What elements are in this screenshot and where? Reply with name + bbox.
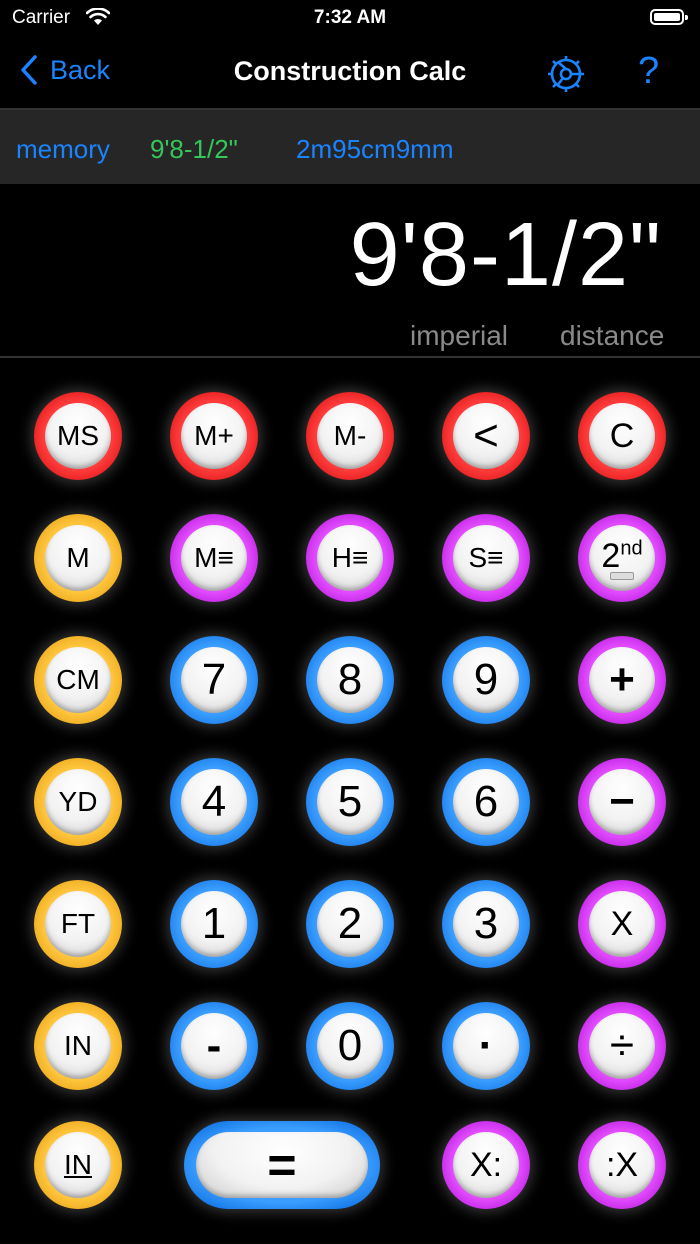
centimeter-button[interactable]: CM — [34, 636, 122, 724]
key-label: M≡ — [181, 525, 247, 591]
key-label: YD — [45, 769, 111, 835]
key-label: − — [589, 769, 655, 835]
divide-button[interactable]: ÷ — [578, 1002, 666, 1090]
key-label: 0 — [317, 1013, 383, 1079]
memory-metric-value: 2m95cm9mm — [296, 134, 454, 164]
memory-minus-button[interactable]: M- — [306, 392, 394, 480]
key-label: C — [589, 403, 655, 469]
digit-2-button[interactable]: 2 — [306, 880, 394, 968]
memory-list-button[interactable]: M≡ — [170, 514, 258, 602]
gear-icon[interactable] — [544, 52, 588, 101]
page-title: Construction Calc — [233, 56, 467, 86]
x-colon-button[interactable]: X: — [442, 1121, 530, 1209]
key-label: 2nd — [601, 537, 642, 576]
second-label-group: 2nd — [601, 537, 643, 580]
key-label: 3 — [453, 891, 519, 957]
multiply-button[interactable]: X — [578, 880, 666, 968]
digit-0-button[interactable]: 0 — [306, 1002, 394, 1090]
navigation-bar: Back Construction Calc ? — [0, 36, 700, 106]
key-label: 5 — [317, 769, 383, 835]
second-function-button[interactable]: 2nd — [578, 514, 666, 602]
digit-9-button[interactable]: 9 — [442, 636, 530, 724]
status-bar: Carrier 7:32 AM — [0, 0, 700, 36]
key-label: IN — [45, 1013, 111, 1079]
yard-button[interactable]: YD — [34, 758, 122, 846]
key-label: ÷ — [589, 1013, 655, 1079]
digit-4-button[interactable]: 4 — [170, 758, 258, 846]
key-label: H≡ — [317, 525, 383, 591]
decimal-point-button[interactable]: · — [442, 1002, 530, 1090]
memory-label[interactable]: memory — [16, 134, 110, 165]
backspace-button[interactable]: < — [442, 392, 530, 480]
key-label: 2 — [317, 891, 383, 957]
calculator-display: 9'8-1/2" imperial distance — [0, 184, 700, 358]
second-superscript: nd — [620, 537, 643, 560]
key-label: 9 — [453, 647, 519, 713]
key-label: IN — [45, 1132, 111, 1198]
key-label: 8 — [317, 647, 383, 713]
key-label: MS — [45, 403, 111, 469]
key-label: < — [453, 403, 519, 469]
key-label: - — [181, 1013, 247, 1079]
feet-button[interactable]: FT — [34, 880, 122, 968]
minus-button[interactable]: − — [578, 758, 666, 846]
inch-button[interactable]: IN — [34, 1002, 122, 1090]
key-label: M — [45, 525, 111, 591]
saved-list-button[interactable]: S≡ — [442, 514, 530, 602]
digit-1-button[interactable]: 1 — [170, 880, 258, 968]
key-label: + — [589, 647, 655, 713]
key-label: 6 — [453, 769, 519, 835]
key-label: FT — [45, 891, 111, 957]
digit-8-button[interactable]: 8 — [306, 636, 394, 724]
digit-7-button[interactable]: 7 — [170, 636, 258, 724]
status-time: 7:32 AM — [313, 7, 387, 28]
memory-strip: memory 9'8-1/2" 2m95cm9mm — [0, 108, 700, 184]
memory-imperial-value: 9'8-1/2" — [150, 134, 238, 164]
keypad: MS M+ M- < C M M≡ H≡ S≡ 2nd CM 7 8 9 + Y… — [0, 358, 700, 1244]
key-label: 4 — [181, 769, 247, 835]
memory-store-button[interactable]: MS — [34, 392, 122, 480]
toggle-indicator — [609, 571, 634, 580]
mode-label[interactable]: distance — [560, 320, 664, 352]
digit-3-button[interactable]: 3 — [442, 880, 530, 968]
clear-button[interactable]: C — [578, 392, 666, 480]
digit-6-button[interactable]: 6 — [442, 758, 530, 846]
inch-fraction-button[interactable]: IN — [34, 1121, 122, 1209]
memory-plus-button[interactable]: M+ — [170, 392, 258, 480]
key-label: = — [196, 1132, 368, 1198]
key-label: M+ — [181, 403, 247, 469]
key-label: X: — [453, 1132, 519, 1198]
key-label: X — [589, 891, 655, 957]
digit-5-button[interactable]: 5 — [306, 758, 394, 846]
fraction-dash-button[interactable]: - — [170, 1002, 258, 1090]
equals-button[interactable]: = — [184, 1121, 380, 1209]
display-value: 9'8-1/2" — [349, 205, 662, 305]
key-face: 2nd — [589, 525, 655, 591]
key-label: :X — [589, 1132, 655, 1198]
colon-x-button[interactable]: :X — [578, 1121, 666, 1209]
key-label: M- — [317, 403, 383, 469]
second-digit: 2 — [601, 536, 621, 575]
unit-system-label[interactable]: imperial — [410, 320, 508, 352]
key-label: S≡ — [453, 525, 519, 591]
key-label: · — [453, 1013, 519, 1079]
metric-m-button[interactable]: M — [34, 514, 122, 602]
key-label: CM — [45, 647, 111, 713]
key-label: 7 — [181, 647, 247, 713]
help-button[interactable]: ? — [638, 50, 659, 93]
key-label: 1 — [181, 891, 247, 957]
history-list-button[interactable]: H≡ — [306, 514, 394, 602]
battery-icon — [650, 9, 688, 25]
plus-button[interactable]: + — [578, 636, 666, 724]
